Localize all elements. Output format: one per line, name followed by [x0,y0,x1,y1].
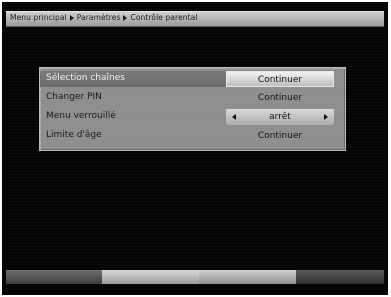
parental-control-menu: Sélection chaînes Continuer Changer PIN … [39,67,346,151]
menu-lock-value: arrêt [269,112,291,122]
triangle-right-icon [123,14,128,21]
menu-row-channel-selection[interactable]: Sélection chaînes Continuer [40,71,345,87]
continue-button[interactable]: Continuer [226,128,334,144]
breadcrumb-bar: Menu principal Paramètres Contrôle paren… [6,11,384,27]
color-key-bar [6,270,384,284]
menu-lock-selector[interactable]: arrêt [226,109,334,125]
yellow-key-button[interactable] [199,270,296,284]
menu-item-label: Changer PIN [46,92,102,102]
red-key-button[interactable] [6,270,102,284]
green-key-button[interactable] [102,270,199,284]
continue-button[interactable]: Continuer [226,90,334,106]
blue-key-button[interactable] [296,270,384,284]
menu-row-change-pin[interactable]: Changer PIN Continuer [40,90,345,106]
triangle-left-icon[interactable] [232,114,236,120]
menu-item-label: Menu verrouillé [46,111,116,121]
screenshot-frame: Menu principal Paramètres Contrôle paren… [0,0,391,297]
breadcrumb-item-main-menu[interactable]: Menu principal [10,13,67,22]
triangle-right-icon [69,14,74,21]
menu-item-label: Sélection chaînes [46,73,125,83]
breadcrumb-item-parental-control: Contrôle parental [130,13,198,22]
tv-screen: Menu principal Paramètres Contrôle paren… [2,2,388,295]
continue-button[interactable]: Continuer [226,71,334,87]
triangle-right-icon[interactable] [324,114,328,120]
breadcrumb: Menu principal Paramètres Contrôle paren… [10,13,198,22]
breadcrumb-item-settings[interactable]: Paramètres [77,13,121,22]
menu-row-menu-lock[interactable]: Menu verrouillé arrêt [40,109,345,125]
menu-item-label: Limite d'âge [46,130,102,140]
menu-row-age-limit[interactable]: Limite d'âge Continuer [40,128,345,144]
